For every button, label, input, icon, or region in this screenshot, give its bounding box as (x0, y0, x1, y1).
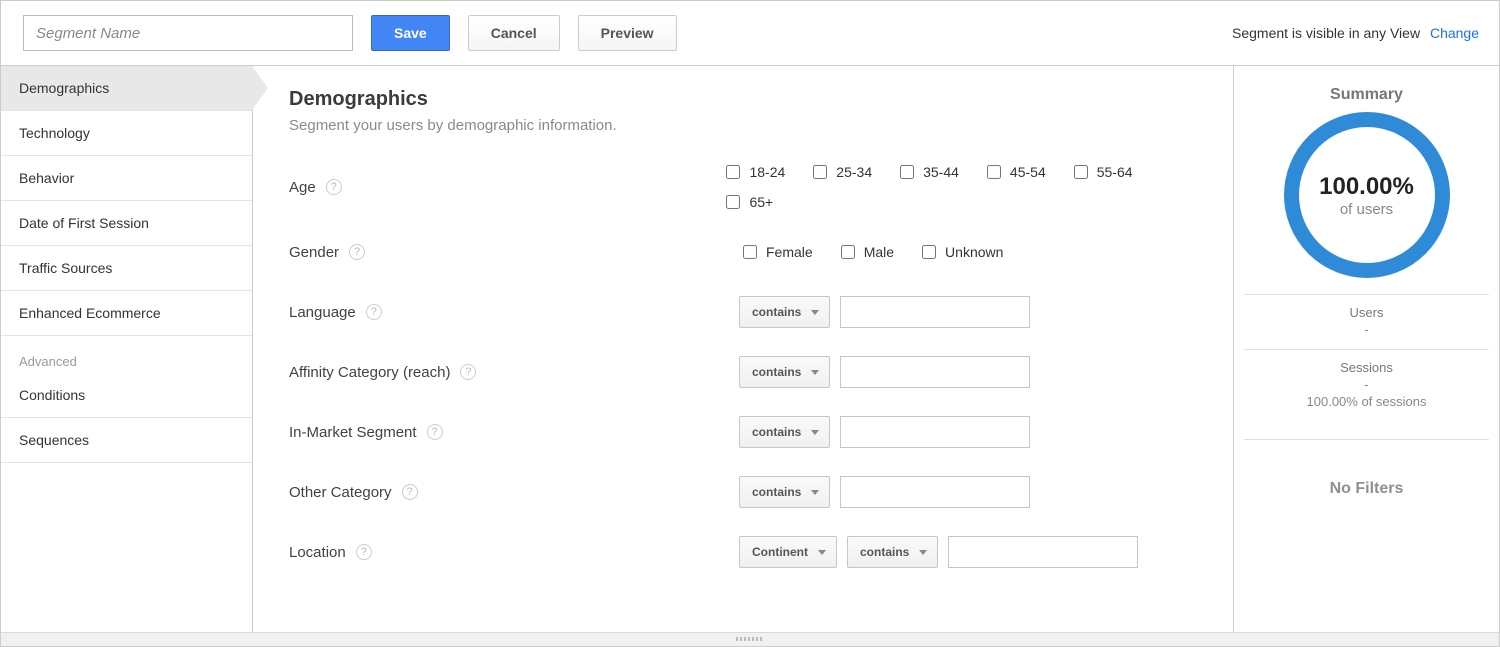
summary-users-label: Users (1244, 305, 1489, 320)
affinity-value-input[interactable] (840, 356, 1030, 388)
label-inmarket: In-Market Segment (289, 424, 417, 441)
summary-users-value: - (1244, 322, 1489, 337)
checkbox-gender-male[interactable]: Male (837, 242, 894, 262)
sidebar-item-traffic-sources[interactable]: Traffic Sources (1, 246, 252, 291)
help-icon[interactable]: ? (366, 304, 382, 320)
topbar: Save Cancel Preview Segment is visible i… (1, 1, 1499, 66)
help-icon[interactable]: ? (460, 364, 476, 380)
change-visibility-link[interactable]: Change (1430, 25, 1479, 41)
segment-builder: Save Cancel Preview Segment is visible i… (0, 0, 1500, 647)
checkbox-age-18-24[interactable]: 18-24 (722, 162, 785, 182)
chevron-down-icon (919, 550, 927, 555)
label-language: Language (289, 304, 356, 321)
age-options: 18-24 25-34 35-44 45-54 55-64 65+ (722, 162, 1203, 212)
row-inmarket: In-Market Segment ? contains (289, 412, 1203, 452)
help-icon[interactable]: ? (349, 244, 365, 260)
location-scope-dropdown[interactable]: Continent (739, 536, 837, 568)
row-language: Language ? contains (289, 292, 1203, 332)
label-othercat: Other Category (289, 484, 392, 501)
checkbox-gender-female[interactable]: Female (739, 242, 813, 262)
label-age: Age (289, 179, 316, 196)
checkbox-gender-unknown[interactable]: Unknown (918, 242, 1003, 262)
save-button[interactable]: Save (371, 15, 450, 51)
row-othercat: Other Category ? contains (289, 472, 1203, 512)
checkbox-age-55-64[interactable]: 55-64 (1070, 162, 1133, 182)
affinity-operator-dropdown[interactable]: contains (739, 356, 830, 388)
sidebar-item-conditions[interactable]: Conditions (1, 373, 252, 418)
body: Demographics Technology Behavior Date of… (1, 66, 1499, 632)
checkbox-age-65plus[interactable]: 65+ (722, 192, 773, 212)
page-subtitle: Segment your users by demographic inform… (289, 117, 1203, 134)
help-icon[interactable]: ? (402, 484, 418, 500)
othercat-value-input[interactable] (840, 476, 1030, 508)
chevron-down-icon (811, 430, 819, 435)
help-icon[interactable]: ? (356, 544, 372, 560)
cancel-button[interactable]: Cancel (468, 15, 560, 51)
sidebar-group-advanced: Advanced (1, 336, 252, 373)
chevron-down-icon (811, 370, 819, 375)
preview-button[interactable]: Preview (578, 15, 677, 51)
resize-handle[interactable] (1, 632, 1499, 646)
inmarket-operator-dropdown[interactable]: contains (739, 416, 830, 448)
sidebar-item-enhanced-ecommerce[interactable]: Enhanced Ecommerce (1, 291, 252, 336)
checkbox-age-35-44[interactable]: 35-44 (896, 162, 959, 182)
language-operator-dropdown[interactable]: contains (739, 296, 830, 328)
help-icon[interactable]: ? (326, 179, 342, 195)
sidebar: Demographics Technology Behavior Date of… (1, 66, 253, 632)
label-location: Location (289, 544, 346, 561)
visibility-text: Segment is visible in any View Change (1232, 25, 1479, 41)
summary-title: Summary (1244, 86, 1489, 104)
row-affinity: Affinity Category (reach) ? contains (289, 352, 1203, 392)
row-location: Location ? Continent contains (289, 532, 1203, 572)
label-gender: Gender (289, 244, 339, 261)
summary-of-users: of users (1340, 201, 1393, 218)
summary-panel: Summary 100.00% of users Users - Session… (1234, 66, 1499, 632)
sidebar-item-date-first-session[interactable]: Date of First Session (1, 201, 252, 246)
chevron-down-icon (818, 550, 826, 555)
visibility-label: Segment is visible in any View (1232, 25, 1420, 41)
chevron-down-icon (811, 310, 819, 315)
checkbox-age-45-54[interactable]: 45-54 (983, 162, 1046, 182)
sidebar-item-demographics[interactable]: Demographics (1, 66, 252, 111)
othercat-operator-dropdown[interactable]: contains (739, 476, 830, 508)
row-gender: Gender ? Female Male Unknown (289, 232, 1203, 272)
summary-sessions-of: 100.00% of sessions (1244, 394, 1489, 409)
main-panel: Demographics Segment your users by demog… (253, 66, 1234, 632)
summary-donut: 100.00% of users (1284, 112, 1450, 278)
help-icon[interactable]: ? (427, 424, 443, 440)
summary-sessions: Sessions - 100.00% of sessions (1244, 349, 1489, 421)
summary-percent: 100.00% (1319, 173, 1414, 201)
language-value-input[interactable] (840, 296, 1030, 328)
sidebar-item-technology[interactable]: Technology (1, 111, 252, 156)
row-age: Age ? 18-24 25-34 35-44 45-54 55-64 65+ (289, 162, 1203, 212)
inmarket-value-input[interactable] (840, 416, 1030, 448)
segment-name-input[interactable] (23, 15, 353, 51)
page-title: Demographics (289, 88, 1203, 111)
location-operator-dropdown[interactable]: contains (847, 536, 938, 568)
location-value-input[interactable] (948, 536, 1138, 568)
checkbox-age-25-34[interactable]: 25-34 (809, 162, 872, 182)
summary-no-filters: No Filters (1244, 439, 1489, 518)
gender-options: Female Male Unknown (739, 242, 1017, 262)
sidebar-item-behavior[interactable]: Behavior (1, 156, 252, 201)
chevron-down-icon (811, 490, 819, 495)
summary-sessions-label: Sessions (1244, 360, 1489, 375)
sidebar-item-sequences[interactable]: Sequences (1, 418, 252, 463)
label-affinity: Affinity Category (reach) (289, 364, 450, 381)
summary-users: Users - (1244, 294, 1489, 349)
summary-sessions-value: - (1244, 377, 1489, 392)
